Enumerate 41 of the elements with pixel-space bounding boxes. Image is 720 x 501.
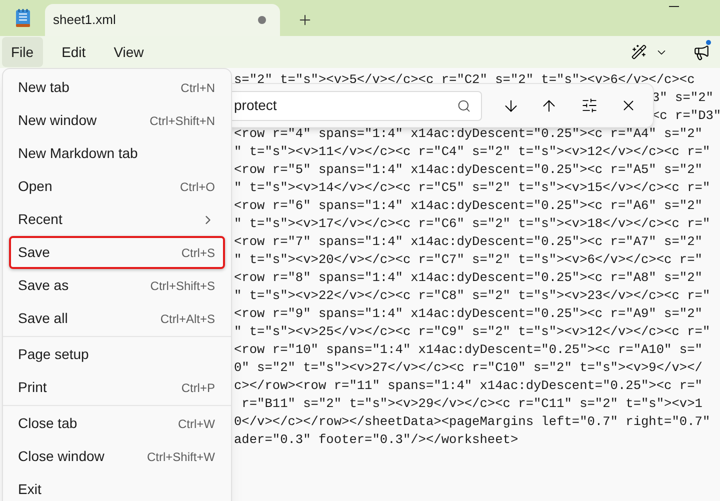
- notepad-icon: [14, 8, 30, 28]
- menu-item[interactable]: Recent: [9, 203, 225, 236]
- code-line: <row r="8" spans="1:4" x14ac:dyDescent="0.25"><c r="A8" s="2": [234, 269, 702, 287]
- menu-item[interactable]: Exit: [9, 473, 225, 501]
- plus-icon: [297, 12, 313, 28]
- code-line: " t="s"><v>22</v></c><c r="C8" s="2" t="s"><v>23</v></c><c r=": [234, 287, 710, 305]
- menu-item[interactable]: Close window Ctrl+Shift+W: [9, 440, 225, 473]
- menu-bar-item[interactable]: File: [2, 37, 43, 67]
- code-line: " t="s"><v>20</v></c><c r="C7" s="2" t="s"><v>6</v></c><c r=": [234, 251, 702, 269]
- code-line: <row r="6" spans="1:4" x14ac:dyDescent="0.25"><c r="A6" s="2": [234, 197, 702, 215]
- menu-item[interactable]: Print Ctrl+P: [9, 371, 225, 404]
- search-icon: [457, 98, 472, 112]
- wand-sparkle-icon: [631, 44, 647, 60]
- code-line: 0</v></c></row></sheetData><pageMargins left="0.7" right="0.7": [234, 413, 710, 431]
- code-line: <row r="9" spans="1:4" x14ac:dyDescent="0.25"><c r="A9" s="2": [234, 305, 702, 323]
- menu-item[interactable]: Page setup: [9, 338, 225, 371]
- code-line: ader="0.3" footer="0.3"/></worksheet>: [234, 431, 518, 449]
- code-line: r="B11" s="2" t="s"><v>29</v></c><c r="C11" s="2" t="s"><v>1: [240, 395, 702, 413]
- code-line: <row r="10" spans="1:4" x14ac:dyDescent="0.25"><c r="A10" s=": [234, 341, 702, 359]
- code-line: " t="s"><v>17</v></c><c r="C6" s="2" t="s"><v>18</v></c><c r=": [234, 215, 710, 233]
- menu-bar-item[interactable]: Edit: [52, 37, 95, 67]
- document-tab[interactable]: sheet1.xml: [45, 4, 280, 36]
- menu-bar-item[interactable]: View: [104, 37, 153, 67]
- code-line: c></row><row r="11" spans="1:4" x14ac:dyDescent="0.25"><c r=": [234, 377, 702, 395]
- code-line: " t="s"><v>14</v></c><c r="C5" s="2" t="s"><v>15</v></c><c r=": [234, 179, 710, 197]
- code-line: 0" s="2" t="s"><v>27</v></c><c r="C10" s="2" t="s"><v>9</v></: [234, 359, 702, 377]
- menu-item[interactable]: Save all Ctrl+Alt+S: [9, 302, 225, 335]
- code-line: <row r="4" spans="1:4" x14ac:dyDescent="0.25"><c r="A4" s="2": [234, 125, 702, 143]
- code-line: " t="s"><v>25</v></c><c r="C9" s="2" t="s"><v>12</v></c><c r=": [234, 323, 710, 341]
- code-line: " t="s"><v>11</v></c><c r="C4" s="2" t="s"><v>12</v></c><c r=": [234, 143, 710, 161]
- code-line: <row r="7" spans="1:4" x14ac:dyDescent="0.25"><c r="A7" s="2": [234, 233, 702, 251]
- menu-item[interactable]: Open Ctrl+O: [9, 170, 225, 203]
- menu-item[interactable]: Close tab Ctrl+W: [9, 407, 225, 440]
- code-line: s="2" t="s"><v>5</v></c><c r="C2" s="2" t="s"><v>6</v></c><c: [234, 71, 695, 89]
- code-line: <row r="5" spans="1:4" x14ac:dyDescent="0.25"><c r="A5" s="2": [234, 161, 702, 179]
- settings-icon: [581, 97, 598, 114]
- menu-item[interactable]: Save Ctrl+S: [9, 236, 225, 269]
- minimize-icon: [669, 6, 679, 7]
- megaphone-icon: [692, 44, 710, 60]
- menu-item[interactable]: New Markdown tab: [9, 137, 225, 170]
- menu-item[interactable]: Save as Ctrl+Shift+S: [9, 269, 225, 302]
